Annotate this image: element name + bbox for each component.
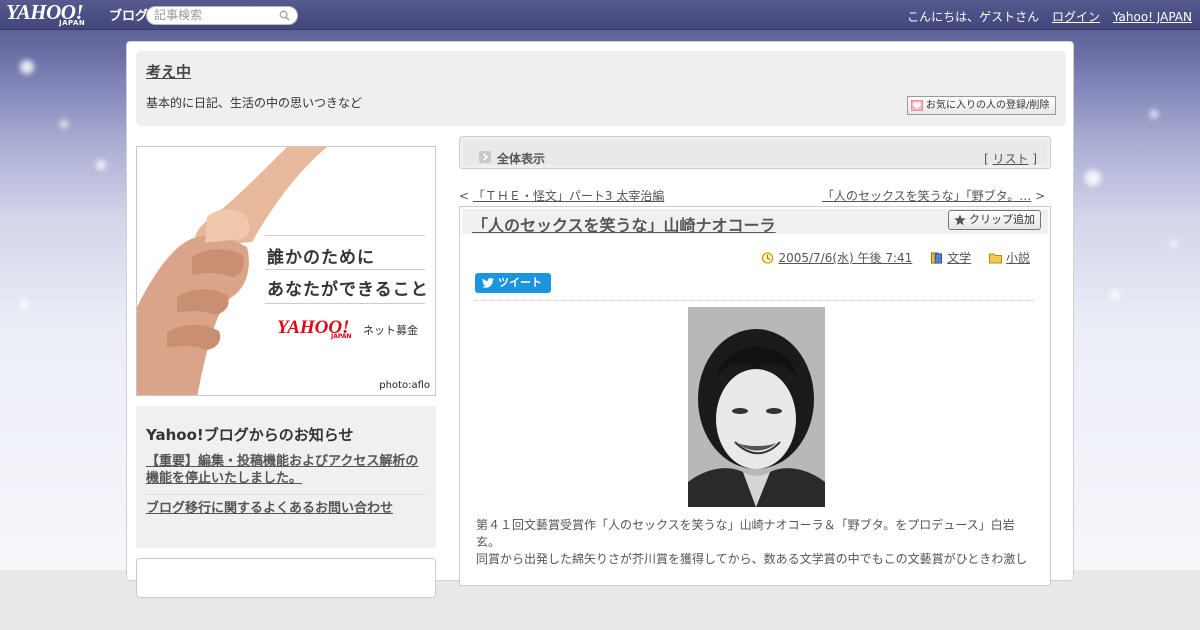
article-paragraph: 第４１回文藝賞受賞作「人のセックスを笑うな」山崎ナオコーラ＆「野ブタ。をプロデュ… (476, 518, 1015, 549)
notice-title: Yahoo!ブログからのお知らせ (146, 426, 354, 444)
twitter-bird-icon (482, 278, 494, 288)
ad-photo-credit: photo:aflo (379, 380, 430, 391)
view-mode-bar-inner: 全体表示 [ リスト ] (463, 140, 1047, 167)
background-sparkle (1110, 290, 1120, 300)
next-article-link[interactable]: 「人のセックスを笑うな」「野ブタ。… (822, 189, 1031, 203)
yahoo-japan-link[interactable]: Yahoo! JAPAN (1113, 10, 1192, 24)
article-date: 2005/7/6(水) 午後 7:41 (761, 249, 912, 266)
clip-add-button[interactable]: クリップ追加 (948, 210, 1041, 230)
article-paragraph: 同賞から出発した綿矢りさが芥川賞を獲得してから、数ある文学賞の中でもこの文藝賞が… (476, 552, 1028, 566)
background-sparkle (96, 160, 106, 170)
notice-link-important[interactable]: 【重要】編集・投稿機能およびアクセス解析の機能を停止いたしました。 (146, 453, 428, 487)
list-bracket-close: ] (1028, 152, 1037, 166)
article-folder: 小説 (988, 249, 1030, 266)
logo-service: ブログ (109, 9, 149, 24)
prev-article-nav: < 「ＴＨＥ・怪文」パート3 太宰治編 (459, 187, 664, 204)
article-datetime-link[interactable]: 2005/7/6(水) 午後 7:41 (778, 251, 912, 265)
folder-link[interactable]: 小説 (1006, 251, 1030, 265)
book-icon (931, 252, 943, 264)
ad-headline-1: 誰かのために (267, 248, 375, 268)
favorite-register-label: お気に入りの人の登録/削除 (926, 100, 1050, 111)
yahoo-blog-logo[interactable]: YAHOO! JAPAN ブログ (6, 2, 148, 28)
article-header: 「人のセックスを笑うな」山崎ナオコーラ クリップ追加 (462, 209, 1048, 236)
article-meta: 2005/7/6(水) 午後 7:41 文学 小説 (747, 249, 1030, 266)
prev-marker: < (459, 189, 473, 203)
notice-box: Yahoo!ブログからのお知らせ 【重要】編集・投稿機能およびアクセス解析の機能… (136, 406, 436, 548)
global-header: YAHOO! JAPAN ブログ 記事検索 こんにちは、ゲストさん ログイン Y… (0, 0, 1200, 30)
search-icon[interactable] (279, 10, 290, 21)
notice-link-faq[interactable]: ブログ移行に関するよくあるお問い合わせ (146, 500, 428, 517)
meta-divider (475, 300, 1035, 301)
ad-service-name: ネット募金 (363, 324, 418, 337)
tweet-button[interactable]: ツイート (475, 273, 551, 293)
charity-ad-banner[interactable]: 誰かのために あなたができること YAHOO! JAPAN ネット募金 phot… (136, 146, 436, 396)
search-placeholder: 記事検索 (154, 8, 203, 22)
ad-rule (265, 303, 425, 304)
list-view-link[interactable]: リスト (992, 152, 1028, 166)
ad-rule (265, 269, 425, 270)
folder-icon (988, 253, 1002, 264)
notice-divider (146, 494, 426, 495)
background-sparkle (1150, 110, 1158, 118)
arrow-right-icon (479, 151, 491, 163)
blog-description: 基本的に日記、生活の中の思いつきなど (146, 96, 363, 110)
background-sparkle (1085, 170, 1101, 186)
article-body: 第４１回文藝賞受賞作「人のセックスを笑うな」山崎ナオコーラ＆「野ブタ。をプロデュ… (476, 517, 1036, 568)
logo-sub: JAPAN (59, 19, 86, 27)
clock-icon (762, 252, 774, 264)
blog-header: 考え中 基本的に日記、生活の中の思いつきなど お気に入りの人の登録/削除 (136, 51, 1066, 126)
view-all-label: 全体表示 (497, 152, 546, 166)
ad-rule (265, 235, 425, 236)
view-mode-bar: 全体表示 [ リスト ] (459, 136, 1051, 169)
list-view-toggle: [ リスト ] (984, 150, 1037, 167)
favorite-register-button[interactable]: お気に入りの人の登録/削除 (907, 96, 1056, 115)
blog-title[interactable]: 考え中 (146, 61, 191, 82)
background-sparkle (20, 60, 34, 74)
prev-article-link[interactable]: 「ＴＨＥ・怪文」パート3 太宰治編 (473, 189, 664, 203)
article-title[interactable]: 「人のセックスを笑うな」山崎ナオコーラ (472, 212, 776, 236)
background-sparkle (60, 120, 68, 128)
ad-headline-2: あなたができること (267, 280, 429, 300)
next-article-nav: 「人のセックスを笑うな」「野ブタ。… > (822, 187, 1045, 204)
handshake-photo (137, 147, 435, 395)
background-sparkle (20, 300, 29, 309)
category-link[interactable]: 文学 (947, 251, 971, 265)
tweet-label: ツイート (498, 276, 542, 289)
ad-brand-sub: JAPAN (331, 333, 352, 340)
user-nav: こんにちは、ゲストさん ログイン Yahoo! JAPAN (907, 8, 1192, 25)
article-category: 文学 (930, 249, 971, 266)
background-sparkle (1170, 240, 1177, 247)
next-marker: > (1031, 189, 1046, 203)
author-portrait-photo (688, 307, 825, 507)
clip-add-label: クリップ追加 (969, 213, 1035, 226)
greeting: こんにちは、ゲストさん (907, 10, 1040, 24)
star-icon (954, 214, 966, 226)
article: 「人のセックスを笑うな」山崎ナオコーラ クリップ追加 2005/7/6(水) 午… (459, 206, 1051, 586)
search-input[interactable]: 記事検索 (146, 6, 298, 25)
sidebar-module (136, 558, 436, 598)
blog-panel: 考え中 基本的に日記、生活の中の思いつきなど お気に入りの人の登録/削除 誰かの… (126, 41, 1074, 598)
login-link[interactable]: ログイン (1052, 10, 1100, 24)
heart-icon (911, 100, 923, 111)
